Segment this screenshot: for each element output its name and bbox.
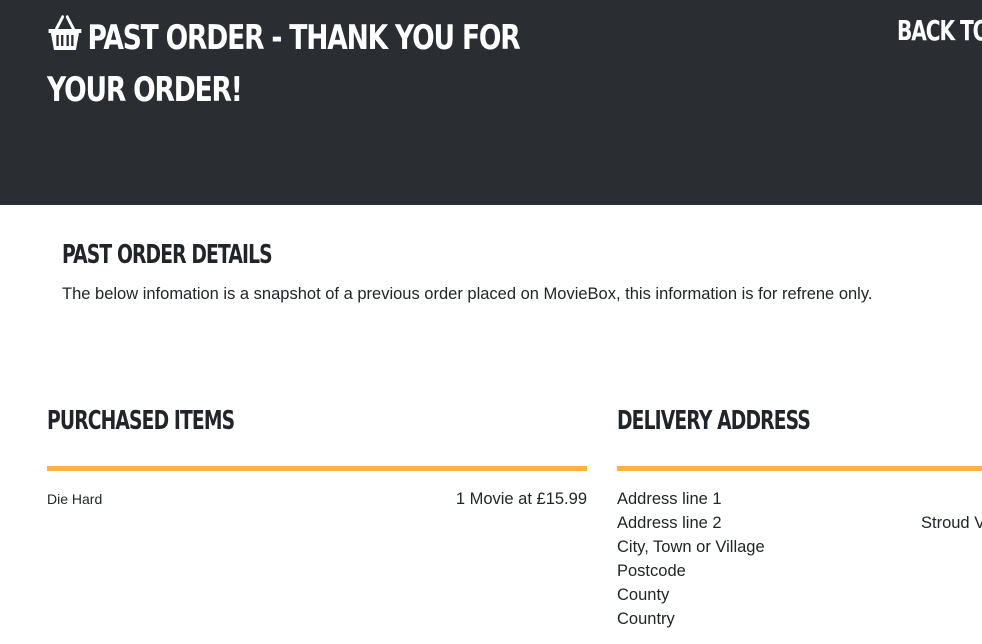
details-description: The below infomation is a snapshot of a …	[62, 285, 873, 303]
page-title: Past Order - Thank you for your order!	[47, 14, 577, 114]
address-label: Address line 1	[617, 490, 722, 508]
page-header: Past Order - Thank you for your order! B…	[0, 0, 982, 205]
address-row: County	[617, 586, 982, 610]
address-row: Address line 1	[617, 490, 982, 514]
address-label: Country	[617, 610, 675, 628]
back-link[interactable]: Back to	[897, 14, 982, 47]
address-row: Address line 2 Stroud V	[617, 514, 982, 538]
page-title-text: Past Order - Thank you for your order!	[47, 18, 521, 110]
address-label: Postcode	[617, 562, 686, 580]
address-label: Address line 2	[617, 514, 722, 532]
address-row: City, Town or Village	[617, 538, 982, 562]
basket-icon	[47, 15, 83, 66]
address-value: Stroud V	[921, 514, 982, 532]
delivery-address-divider	[617, 466, 982, 471]
address-row: Country	[617, 610, 982, 634]
address-row: Postcode	[617, 562, 982, 586]
purchased-items-divider	[47, 466, 587, 471]
purchased-items-heading: Purchased Items	[47, 406, 235, 436]
address-label: City, Town or Village	[617, 538, 765, 556]
item-name: Die Hard	[47, 491, 103, 507]
item-quantity-price: 1 Movie at £15.99	[455, 490, 587, 508]
details-heading: Past Order Details	[62, 240, 273, 270]
address-label: County	[617, 586, 670, 604]
delivery-address-heading: Delivery Address	[617, 406, 811, 436]
